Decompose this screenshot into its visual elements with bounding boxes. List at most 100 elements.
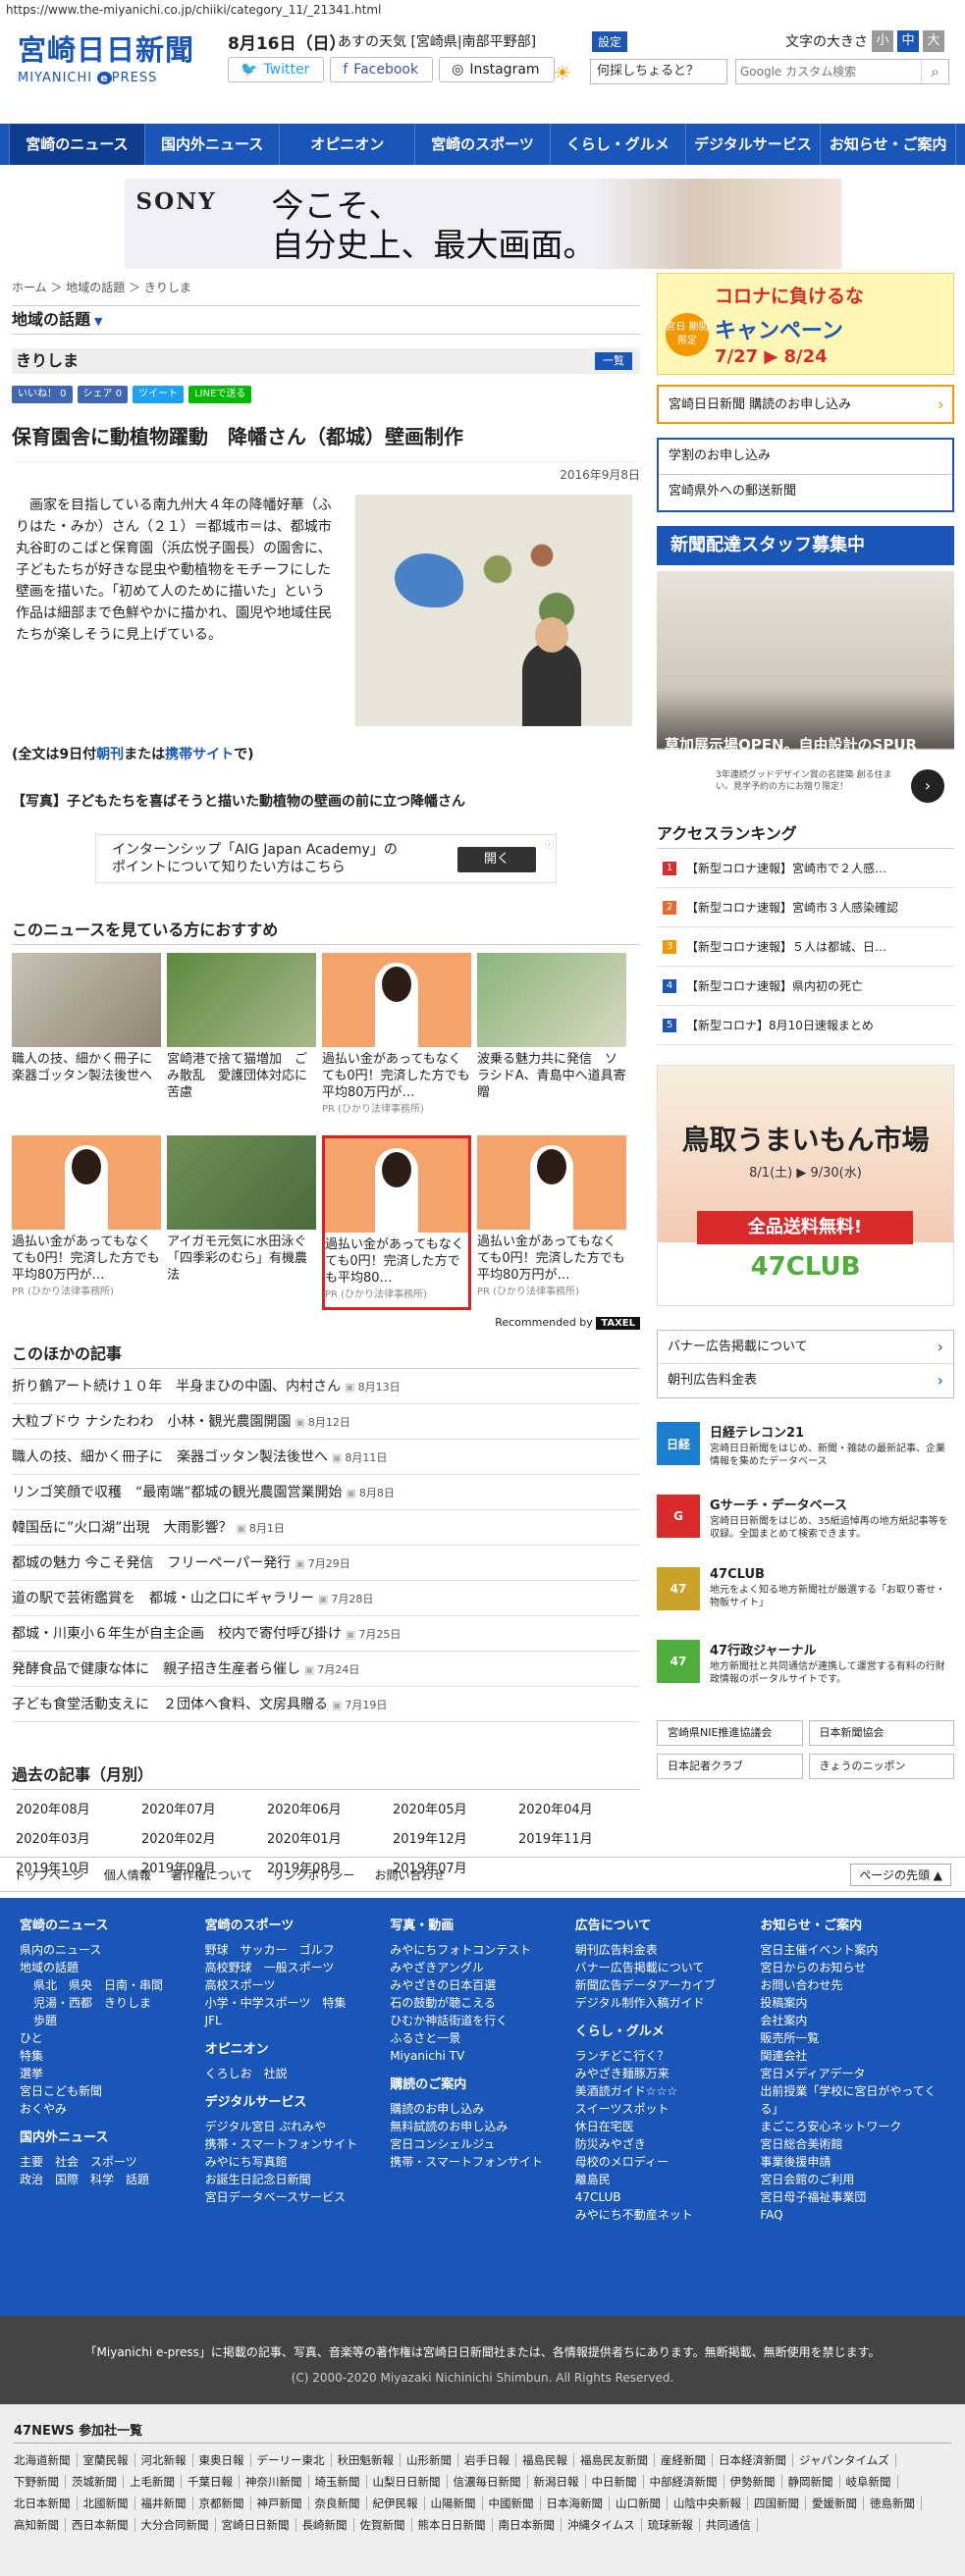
recommended-item[interactable]: 波乗る魅力共に発信 ソラシドA、青島中へ道具寄贈 xyxy=(477,953,626,1128)
news47-paper-link[interactable]: 山陰中央新報 xyxy=(673,2497,748,2510)
font-size-medium-button[interactable]: 中 xyxy=(897,30,919,52)
service-item[interactable]: 47 47CLUB 地元をよく知る地方新聞社が厳選する「お取り寄せ・物販サイト」 xyxy=(657,1567,954,1630)
ranking-item[interactable]: 1 【新型コロナ速報】宮崎市で２人感… xyxy=(657,849,954,888)
news47-paper-link[interactable]: 産経新聞 xyxy=(661,2453,713,2467)
month-link[interactable]: 2019年12月 xyxy=(389,1825,514,1855)
nav-info[interactable]: お知らせ・ご案内 xyxy=(821,124,957,165)
month-link[interactable]: 2020年04月 xyxy=(514,1796,640,1825)
news47-paper-link[interactable]: 四国新聞 xyxy=(754,2497,806,2510)
news47-paper-link[interactable]: 千葉日報 xyxy=(188,2475,240,2489)
service-item[interactable]: 日経 日経テレコン21 宮崎日日新聞をはじめ、新聞・雑誌の最新記事、企業情報を集め… xyxy=(657,1422,954,1485)
org-link[interactable]: きょうのニッポン xyxy=(808,1754,954,1779)
news47-paper-link[interactable]: 西日本新聞 xyxy=(72,2518,135,2532)
ad-rates-link[interactable]: 朝刊広告料金表 xyxy=(658,1364,953,1397)
breadcrumb[interactable]: ホーム ＞ 地域の話題 ＞ きりしま xyxy=(12,279,640,295)
nav-miyazaki-news[interactable]: 宮崎のニュース xyxy=(9,124,145,165)
month-link[interactable]: 2019年11月 xyxy=(514,1825,640,1855)
news47-paper-link[interactable]: 山形新聞 xyxy=(406,2453,458,2467)
sony-ad-banner[interactable]: SONY 今こそ、 自分史上、最大画面。 xyxy=(124,179,841,269)
news47-paper-link[interactable]: 福島民友新聞 xyxy=(580,2453,655,2467)
ranking-item[interactable]: 2 【新型コロナ速報】宮崎市３人感染確認 xyxy=(657,888,954,927)
list-item[interactable]: 発酵食品で健康な体に 親子招き生産者ら催し7月24日 xyxy=(12,1652,640,1687)
service-item[interactable]: G Gサーチ・データベース 宮崎日日新聞をはじめ、35紙追悼再の地方紙記事等を収録… xyxy=(657,1495,954,1557)
news47-paper-link[interactable]: 茨城新聞 xyxy=(72,2475,124,2489)
news47-paper-link[interactable]: 高知新聞 xyxy=(14,2518,66,2532)
nav-life-gourmet[interactable]: くらし・グルメ xyxy=(551,124,686,165)
news47-paper-link[interactable]: 河北新報 xyxy=(141,2453,193,2467)
ranking-item[interactable]: 4 【新型コロナ速報】県内初の死亡 xyxy=(657,967,954,1006)
news47-paper-link[interactable]: 秋田魁新報 xyxy=(338,2453,401,2467)
list-item[interactable]: リンゴ笑顔で収穫 “最南端”都城の観光農園営業開始8月8日 xyxy=(12,1475,640,1510)
news47-paper-link[interactable]: 上毛新聞 xyxy=(130,2475,182,2489)
service-item[interactable]: 47 47行政ジャーナル 地方新聞社と共同通信が連携して運営する有料の行財政情報の… xyxy=(657,1640,954,1703)
font-size-small-button[interactable]: 小 xyxy=(872,30,893,52)
open-ad-button[interactable]: 開く xyxy=(457,847,536,872)
news47-paper-link[interactable]: 徳島新聞 xyxy=(870,2497,922,2510)
list-item[interactable]: 折り鶴アート続け１０年 半身まひの中園、内村さん8月13日 xyxy=(12,1369,640,1404)
search-icon[interactable]: ⌕ xyxy=(921,60,948,83)
tottori-ad-banner[interactable]: 鳥取うまいもん市場 8/1(土) ▶ 9/30(水) 全品送料無料! 47CLU… xyxy=(657,1065,954,1306)
ask-link[interactable]: 何採しちょると？ xyxy=(590,59,727,84)
tweet-button[interactable]: ツイート xyxy=(133,386,185,403)
news47-paper-link[interactable]: 福島民報 xyxy=(522,2453,574,2467)
month-link[interactable]: 2020年08月 xyxy=(12,1796,137,1825)
news47-paper-link[interactable]: 静岡新聞 xyxy=(788,2475,840,2489)
list-item[interactable]: 都城の魅力 今こそ発信 フリーペーパー発行7月29日 xyxy=(12,1546,640,1581)
list-item[interactable]: 子ども食堂活動支えに ２団体へ食料、文房具贈る7月19日 xyxy=(12,1687,640,1722)
ranking-item[interactable]: 3 【新型コロナ速報】５人は都城、日… xyxy=(657,927,954,967)
news47-paper-link[interactable]: 奈良新聞 xyxy=(315,2497,367,2510)
recommended-item[interactable]: 過払い金があってもなくても0円！完済した方でも平均80万円が… PR (ひかり法律… xyxy=(12,1135,161,1310)
nav-domestic-news[interactable]: 国内外ニュース xyxy=(145,124,281,165)
org-link[interactable]: 日本新聞協会 xyxy=(808,1720,954,1746)
mobile-site-link[interactable]: 携帯サイト xyxy=(165,747,234,762)
footer-link[interactable]: トップページ xyxy=(14,1866,84,1883)
news47-paper-link[interactable]: 北國新聞 xyxy=(83,2497,135,2510)
news47-paper-link[interactable]: 北海道新聞 xyxy=(14,2453,78,2467)
footer-link[interactable]: 著作権について xyxy=(171,1866,253,1883)
news47-paper-link[interactable]: 北日本新聞 xyxy=(14,2497,78,2510)
news47-paper-link[interactable]: 宮崎日日新聞 xyxy=(222,2518,296,2532)
news47-paper-link[interactable]: 新潟日報 xyxy=(534,2475,586,2489)
news47-paper-link[interactable]: 福井新聞 xyxy=(141,2497,193,2510)
news47-paper-link[interactable]: 神奈川新聞 xyxy=(245,2475,309,2489)
font-size-large-button[interactable]: 大 xyxy=(923,30,944,52)
nav-opinion[interactable]: オピニオン xyxy=(280,124,416,165)
news47-paper-link[interactable]: 南日本新聞 xyxy=(499,2518,562,2532)
banner-ad-link[interactable]: バナー広告掲載について xyxy=(658,1331,953,1364)
back-to-top-button[interactable]: ページの先頭 ▲ xyxy=(850,1864,951,1886)
recommended-item[interactable]: 宮崎港で捨て猫増加 ごみ散乱 愛護団体対応に苦慮 xyxy=(167,953,316,1128)
org-link[interactable]: 日本記者クラブ xyxy=(657,1754,803,1779)
news47-paper-link[interactable]: 共同通信 xyxy=(706,2518,758,2532)
nav-sports[interactable]: 宮崎のスポーツ xyxy=(415,124,551,165)
news47-paper-link[interactable]: 京都新聞 xyxy=(199,2497,251,2510)
recommended-item[interactable]: アイガモ元気に水田泳ぐ 「四季彩のむら」有機農法 xyxy=(167,1135,319,1310)
list-item[interactable]: 韓国岳に”火口湖”出現 大雨影響？8月1日 xyxy=(12,1510,640,1546)
corona-campaign-banner[interactable]: 宮日 期間限定 コロナに負けるな キャンペーン 7/27 ▶ 8/24 xyxy=(657,273,954,375)
list-item[interactable]: 大粒ブドウ ナシたわわ 小林・観光農園開園8月12日 xyxy=(12,1404,640,1440)
news47-paper-link[interactable]: 中部経済新聞 xyxy=(650,2475,724,2489)
search-input[interactable] xyxy=(736,60,921,83)
news47-paper-link[interactable]: 大分合同新聞 xyxy=(141,2518,216,2532)
month-link[interactable]: 2020年02月 xyxy=(137,1825,263,1855)
month-link[interactable]: 2020年07月 xyxy=(137,1796,263,1825)
news47-paper-link[interactable]: 長崎新聞 xyxy=(302,2518,354,2532)
month-link[interactable]: 2020年06月 xyxy=(263,1796,389,1825)
news47-paper-link[interactable]: 下野新聞 xyxy=(14,2475,66,2489)
recommended-item[interactable]: 過払い金があってもなくても0円！完済した方でも平均80万円が… PR (ひかり法律… xyxy=(477,1135,626,1310)
news47-paper-link[interactable]: 岐阜新聞 xyxy=(846,2475,898,2489)
section-title[interactable]: 地域の話題 ▼ xyxy=(12,305,640,335)
news47-paper-link[interactable]: 沖縄タイムス xyxy=(567,2518,642,2532)
news47-paper-link[interactable]: 信濃毎日新聞 xyxy=(454,2475,528,2489)
student-discount-link[interactable]: 学割のお申し込み xyxy=(659,440,952,475)
footer-link[interactable]: 個人情報 xyxy=(104,1866,151,1883)
footer-link[interactable]: お問い合わせ xyxy=(374,1866,445,1883)
recommended-by[interactable]: Recommended by TAXEL xyxy=(12,1316,640,1330)
internship-ad[interactable]: インターンシップ「AIG Japan Academy」の ポイントについて知りたい… xyxy=(95,834,557,883)
news47-paper-link[interactable]: 岩手日報 xyxy=(464,2453,516,2467)
news47-paper-link[interactable]: 伊勢新聞 xyxy=(730,2475,782,2489)
article-photo[interactable] xyxy=(355,495,632,726)
news47-paper-link[interactable]: 中日新聞 xyxy=(592,2475,644,2489)
instagram-button[interactable]: ◎ Instagram xyxy=(439,57,555,82)
list-item[interactable]: 都城・川東小６年生が自主企画 校内で寄付呼び掛け7月25日 xyxy=(12,1616,640,1652)
news47-paper-link[interactable]: 神戸新聞 xyxy=(257,2497,309,2510)
